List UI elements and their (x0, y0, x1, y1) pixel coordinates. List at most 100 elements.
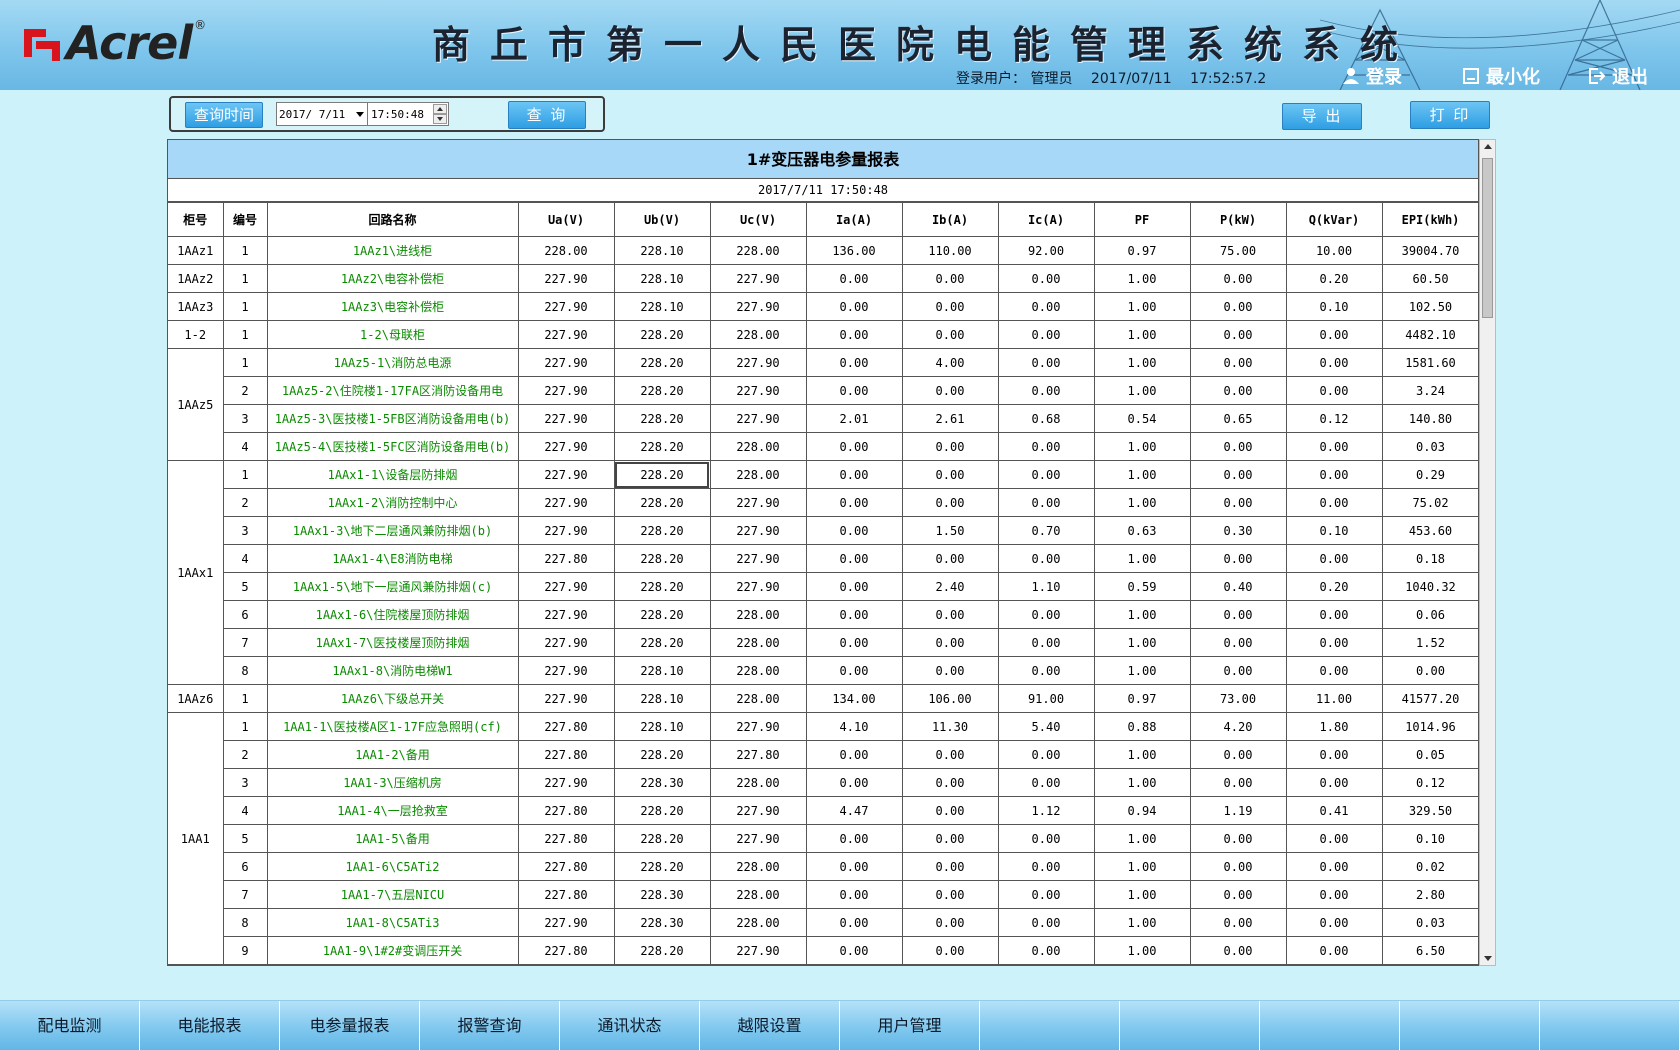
circuit-name-cell[interactable]: 1AAz5-3\医技楼1-5FB区消防设备用电(b) (266, 404, 519, 433)
value-cell-pf[interactable]: 1.00 (1093, 376, 1191, 405)
value-cell-ic[interactable]: 0.00 (997, 320, 1095, 349)
value-cell-p[interactable]: 4.20 (1189, 712, 1287, 741)
value-cell-uc[interactable]: 227.90 (709, 516, 807, 545)
value-cell-ub[interactable]: 228.10 (613, 684, 711, 713)
value-cell-uc[interactable]: 227.90 (709, 488, 807, 517)
value-cell-p[interactable]: 0.00 (1189, 432, 1287, 461)
value-cell-ia[interactable]: 0.00 (805, 516, 903, 545)
value-cell-ia[interactable]: 4.10 (805, 712, 903, 741)
value-cell-uc[interactable]: 228.00 (709, 628, 807, 657)
value-cell-pf[interactable]: 0.54 (1093, 404, 1191, 433)
value-cell-epi[interactable]: 0.03 (1381, 908, 1478, 937)
value-cell-ia[interactable]: 0.00 (805, 656, 903, 685)
value-cell-p[interactable]: 0.00 (1189, 460, 1287, 489)
chevron-down-icon[interactable] (356, 112, 364, 117)
value-cell-ic[interactable]: 0.00 (997, 292, 1095, 321)
circuit-name-cell[interactable]: 1AAx1-1\设备层防排烟 (266, 460, 519, 489)
value-cell-q[interactable]: 0.00 (1285, 460, 1383, 489)
value-cell-ub[interactable]: 228.20 (613, 348, 711, 377)
scroll-up-icon[interactable] (1484, 144, 1492, 149)
value-cell-ia[interactable]: 4.47 (805, 796, 903, 825)
value-cell-uc[interactable]: 227.90 (709, 404, 807, 433)
circuit-name-cell[interactable]: 1AAz3\电容补偿柜 (266, 292, 519, 321)
value-cell-uc[interactable]: 228.00 (709, 684, 807, 713)
value-cell-ua[interactable]: 227.80 (517, 544, 615, 573)
value-cell-uc[interactable]: 227.90 (709, 376, 807, 405)
value-cell-ib[interactable]: 0.00 (901, 852, 999, 881)
value-cell-epi[interactable]: 0.29 (1381, 460, 1478, 489)
circuit-name-cell[interactable]: 1AAz2\电容补偿柜 (266, 264, 519, 293)
circuit-name-cell[interactable]: 1AA1-9\1#2#变调压开关 (266, 936, 519, 965)
value-cell-q[interactable]: 0.10 (1285, 516, 1383, 545)
value-cell-epi[interactable]: 1040.32 (1381, 572, 1478, 601)
value-cell-ua[interactable]: 227.80 (517, 824, 615, 853)
value-cell-ua[interactable]: 227.80 (517, 852, 615, 881)
value-cell-ib[interactable]: 0.00 (901, 768, 999, 797)
value-cell-ia[interactable]: 0.00 (805, 460, 903, 489)
value-cell-ua[interactable]: 227.80 (517, 796, 615, 825)
report-scrollbar[interactable] (1479, 139, 1496, 966)
value-cell-ub[interactable]: 228.10 (613, 236, 711, 265)
circuit-name-cell[interactable]: 1AAx1-5\地下一层通风兼防排烟(c) (266, 572, 519, 601)
value-cell-ia[interactable]: 0.00 (805, 292, 903, 321)
value-cell-q[interactable]: 0.00 (1285, 320, 1383, 349)
value-cell-ia[interactable]: 0.00 (805, 600, 903, 629)
value-cell-epi[interactable]: 60.50 (1381, 264, 1478, 293)
value-cell-pf[interactable]: 1.00 (1093, 432, 1191, 461)
value-cell-pf[interactable]: 1.00 (1093, 460, 1191, 489)
circuit-name-cell[interactable]: 1AA1-3\压缩机房 (266, 768, 519, 797)
value-cell-ub[interactable]: 228.20 (613, 516, 711, 545)
value-cell-p[interactable]: 0.00 (1189, 376, 1287, 405)
value-cell-ib[interactable]: 0.00 (901, 544, 999, 573)
value-cell-epi[interactable]: 0.18 (1381, 544, 1478, 573)
value-cell-epi[interactable]: 329.50 (1381, 796, 1478, 825)
circuit-name-cell[interactable]: 1AAx1-2\消防控制中心 (266, 488, 519, 517)
value-cell-q[interactable]: 0.00 (1285, 852, 1383, 881)
date-picker[interactable]: 2017/ 7/11 (276, 102, 368, 126)
value-cell-ub[interactable]: 228.20 (613, 432, 711, 461)
value-cell-q[interactable]: 0.00 (1285, 656, 1383, 685)
scrollbar-thumb[interactable] (1482, 158, 1493, 318)
value-cell-p[interactable]: 0.00 (1189, 292, 1287, 321)
value-cell-ia[interactable]: 0.00 (805, 936, 903, 965)
value-cell-pf[interactable]: 1.00 (1093, 880, 1191, 909)
value-cell-ic[interactable]: 91.00 (997, 684, 1095, 713)
nav-item-5[interactable]: 越限设置 (700, 1001, 840, 1050)
value-cell-ua[interactable]: 227.80 (517, 740, 615, 769)
value-cell-ia[interactable]: 0.00 (805, 264, 903, 293)
login-button[interactable]: 登录 (1342, 64, 1402, 88)
value-cell-ub[interactable]: 228.10 (613, 292, 711, 321)
value-cell-epi[interactable]: 75.02 (1381, 488, 1478, 517)
nav-item-0[interactable]: 配电监测 (0, 1001, 140, 1050)
exit-button[interactable]: 退出 (1588, 64, 1648, 88)
value-cell-ic[interactable]: 0.00 (997, 600, 1095, 629)
print-button[interactable]: 打 印 (1410, 101, 1490, 129)
value-cell-uc[interactable]: 227.90 (709, 936, 807, 965)
value-cell-ib[interactable]: 0.00 (901, 908, 999, 937)
circuit-name-cell[interactable]: 1AA1-4\一层抢救室 (266, 796, 519, 825)
value-cell-ic[interactable]: 1.12 (997, 796, 1095, 825)
value-cell-ia[interactable]: 0.00 (805, 628, 903, 657)
circuit-name-cell[interactable]: 1AAx1-3\地下二层通风兼防排烟(b) (266, 516, 519, 545)
value-cell-uc[interactable]: 228.00 (709, 320, 807, 349)
value-cell-ua[interactable]: 227.80 (517, 712, 615, 741)
time-spinner[interactable] (433, 104, 447, 124)
value-cell-ia[interactable]: 134.00 (805, 684, 903, 713)
value-cell-ub[interactable]: 228.20 (613, 572, 711, 601)
value-cell-ua[interactable]: 227.90 (517, 264, 615, 293)
value-cell-p[interactable]: 0.00 (1189, 740, 1287, 769)
export-button[interactable]: 导 出 (1282, 103, 1362, 130)
value-cell-pf[interactable]: 1.00 (1093, 488, 1191, 517)
value-cell-pf[interactable]: 1.00 (1093, 628, 1191, 657)
value-cell-epi[interactable]: 0.05 (1381, 740, 1478, 769)
minimize-button[interactable]: 最小化 (1462, 64, 1540, 88)
value-cell-epi[interactable]: 2.80 (1381, 880, 1478, 909)
value-cell-epi[interactable]: 4482.10 (1381, 320, 1478, 349)
value-cell-ub[interactable]: 228.20 (613, 404, 711, 433)
value-cell-p[interactable]: 0.00 (1189, 544, 1287, 573)
value-cell-q[interactable]: 0.12 (1285, 404, 1383, 433)
value-cell-q[interactable]: 0.00 (1285, 768, 1383, 797)
circuit-name-cell[interactable]: 1AAz5-1\消防总电源 (266, 348, 519, 377)
value-cell-p[interactable]: 0.65 (1189, 404, 1287, 433)
value-cell-ic[interactable]: 0.00 (997, 432, 1095, 461)
